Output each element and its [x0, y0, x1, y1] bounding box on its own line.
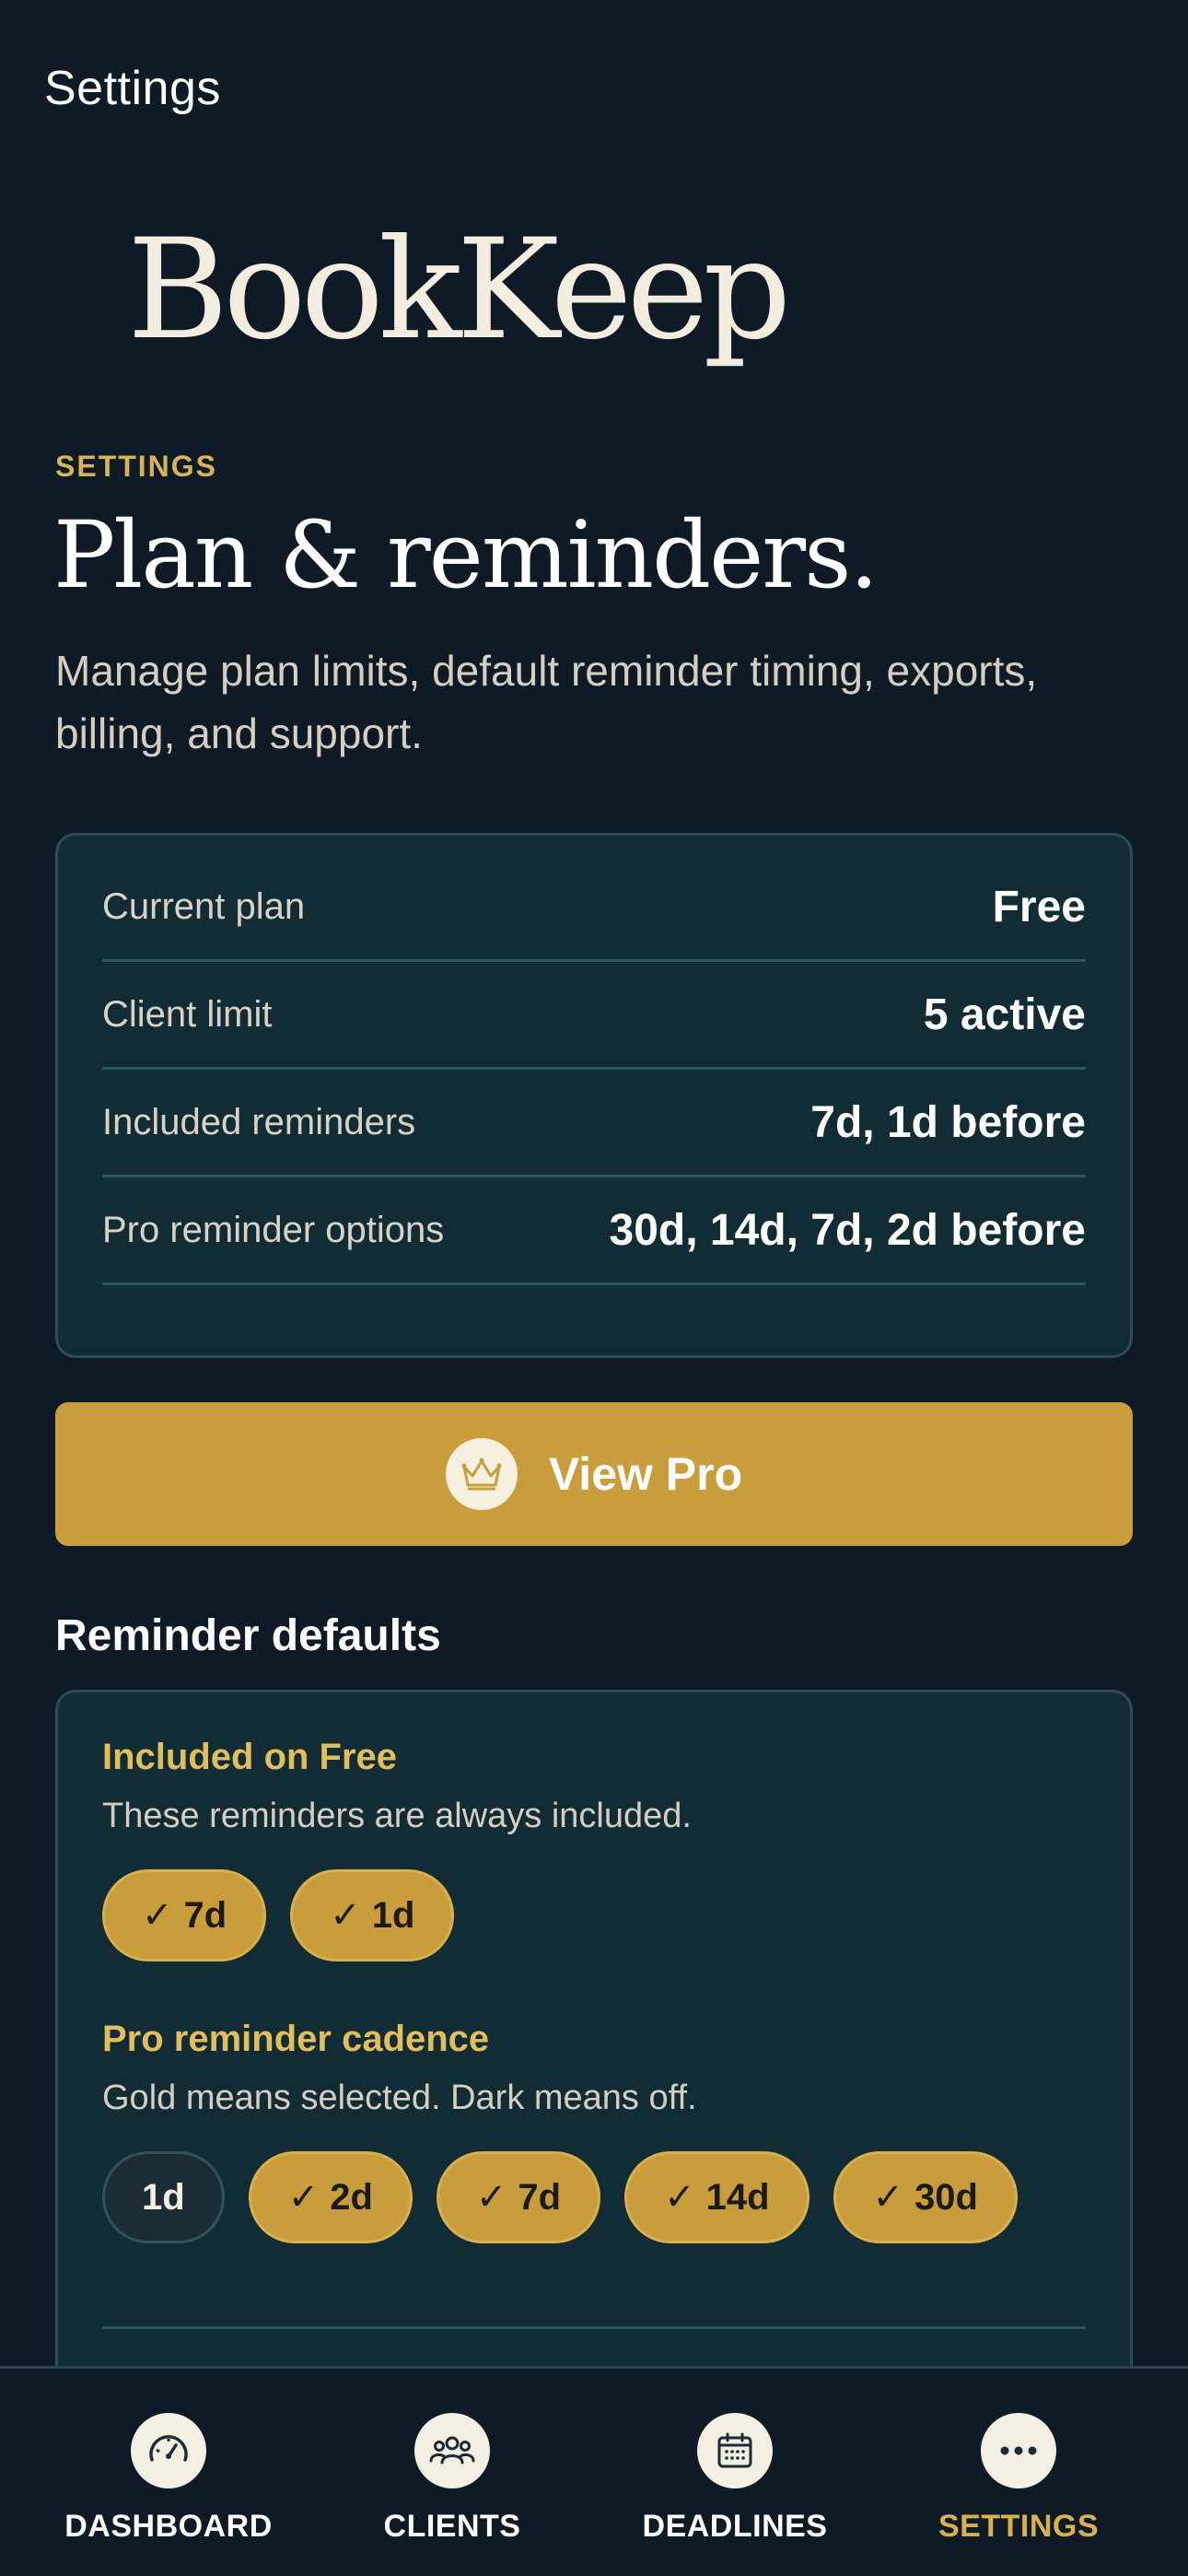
bottom-tab-bar: DASHBOARD CLIENTS DEADLINES SETTINGS	[0, 2366, 1188, 2576]
page-eyebrow: SETTINGS	[55, 450, 218, 483]
plan-row-label: Included reminders	[102, 1101, 416, 1142]
reminder-chip-1d[interactable]: ✓ 1d	[290, 1869, 455, 1961]
plan-row-label: Pro reminder options	[102, 1209, 445, 1250]
page-title: Plan & reminders.	[53, 501, 879, 609]
plan-row-pro-reminder-options: Pro reminder options 30d, 14d, 7d, 2d be…	[102, 1177, 1086, 1285]
chip-label: 1d	[142, 2176, 185, 2218]
check-icon: ✓	[330, 1895, 361, 1936]
check-icon: ✓	[872, 2177, 904, 2218]
plan-row-label: Current plan	[102, 885, 306, 927]
reminder-chip-1d-off[interactable]: 1d	[102, 2151, 225, 2243]
reminder-defaults-heading: Reminder defaults	[55, 1611, 441, 1660]
check-icon: ✓	[475, 2177, 507, 2218]
reminder-chip-7d[interactable]: ✓ 7d	[436, 2151, 601, 2243]
check-icon: ✓	[142, 1895, 173, 1936]
check-icon: ✓	[664, 2177, 695, 2218]
tab-clients[interactable]: CLIENTS	[319, 2413, 586, 2545]
pro-reminders-group: Pro reminder cadence Gold means selected…	[102, 2019, 1086, 2243]
more-icon	[981, 2413, 1056, 2488]
check-icon: ✓	[287, 2177, 320, 2218]
chip-label: 7d	[183, 1894, 227, 1936]
calendar-icon	[697, 2413, 773, 2488]
plan-row-included-reminders: Included reminders 7d, 1d before	[102, 1070, 1086, 1177]
plan-row-value: Free	[992, 882, 1086, 931]
pro-reminder-chips: 1d ✓ 2d ✓ 7d ✓ 14d ✓ 30d	[102, 2151, 1086, 2243]
chip-label: 14d	[705, 2176, 770, 2218]
free-reminder-chips: ✓ 7d ✓ 1d	[102, 1869, 1086, 1961]
chip-label: 1d	[371, 1894, 415, 1936]
chip-label: 30d	[914, 2176, 978, 2218]
free-reminders-group: Included on Free These reminders are alw…	[102, 1737, 1086, 1961]
people-icon	[414, 2413, 490, 2488]
tab-label: DEADLINES	[642, 2509, 828, 2544]
plan-row-current-plan: Current plan Free	[102, 854, 1086, 962]
reminder-chip-7d[interactable]: ✓ 7d	[102, 1869, 267, 1961]
tab-deadlines[interactable]: DEADLINES	[601, 2413, 868, 2545]
tab-settings[interactable]: SETTINGS	[885, 2413, 1152, 2545]
plan-summary-card: Current plan Free Client limit 5 active …	[55, 833, 1133, 1358]
group-description: Gold means selected. Dark means off.	[102, 2078, 697, 2117]
tab-dashboard[interactable]: DASHBOARD	[35, 2413, 302, 2545]
plan-row-value: 5 active	[923, 989, 1086, 1039]
divider	[102, 2326, 1086, 2329]
plan-row-client-limit: Client limit 5 active	[102, 962, 1086, 1070]
view-pro-label: View Pro	[548, 1448, 743, 1500]
plan-row-label: Client limit	[102, 993, 273, 1035]
chip-label: 2d	[330, 2176, 373, 2218]
page-subtitle: Manage plan limits, default reminder tim…	[55, 647, 1038, 757]
reminder-chip-2d[interactable]: ✓ 2d	[248, 2151, 413, 2243]
reminder-chip-30d[interactable]: ✓ 30d	[833, 2151, 1018, 2243]
reminder-chip-14d[interactable]: ✓ 14d	[624, 2151, 809, 2243]
group-description: These reminders are always included.	[102, 1797, 692, 1835]
plan-row-value: 30d, 14d, 7d, 2d before	[609, 1205, 1087, 1255]
crown-icon	[445, 1438, 518, 1510]
tab-label: DASHBOARD	[64, 2509, 273, 2544]
nav-title: Settings	[44, 62, 221, 115]
bookkeep-logo: BookKeep	[127, 210, 791, 370]
group-title: Pro reminder cadence	[102, 2019, 490, 2059]
chip-label: 7d	[518, 2176, 562, 2218]
tab-label: SETTINGS	[938, 2509, 1100, 2544]
group-title: Included on Free	[102, 1737, 398, 1777]
gauge-icon	[131, 2413, 206, 2488]
plan-row-value: 7d, 1d before	[810, 1097, 1086, 1147]
view-pro-button[interactable]: View Pro	[55, 1402, 1133, 1546]
tab-label: CLIENTS	[383, 2509, 521, 2544]
